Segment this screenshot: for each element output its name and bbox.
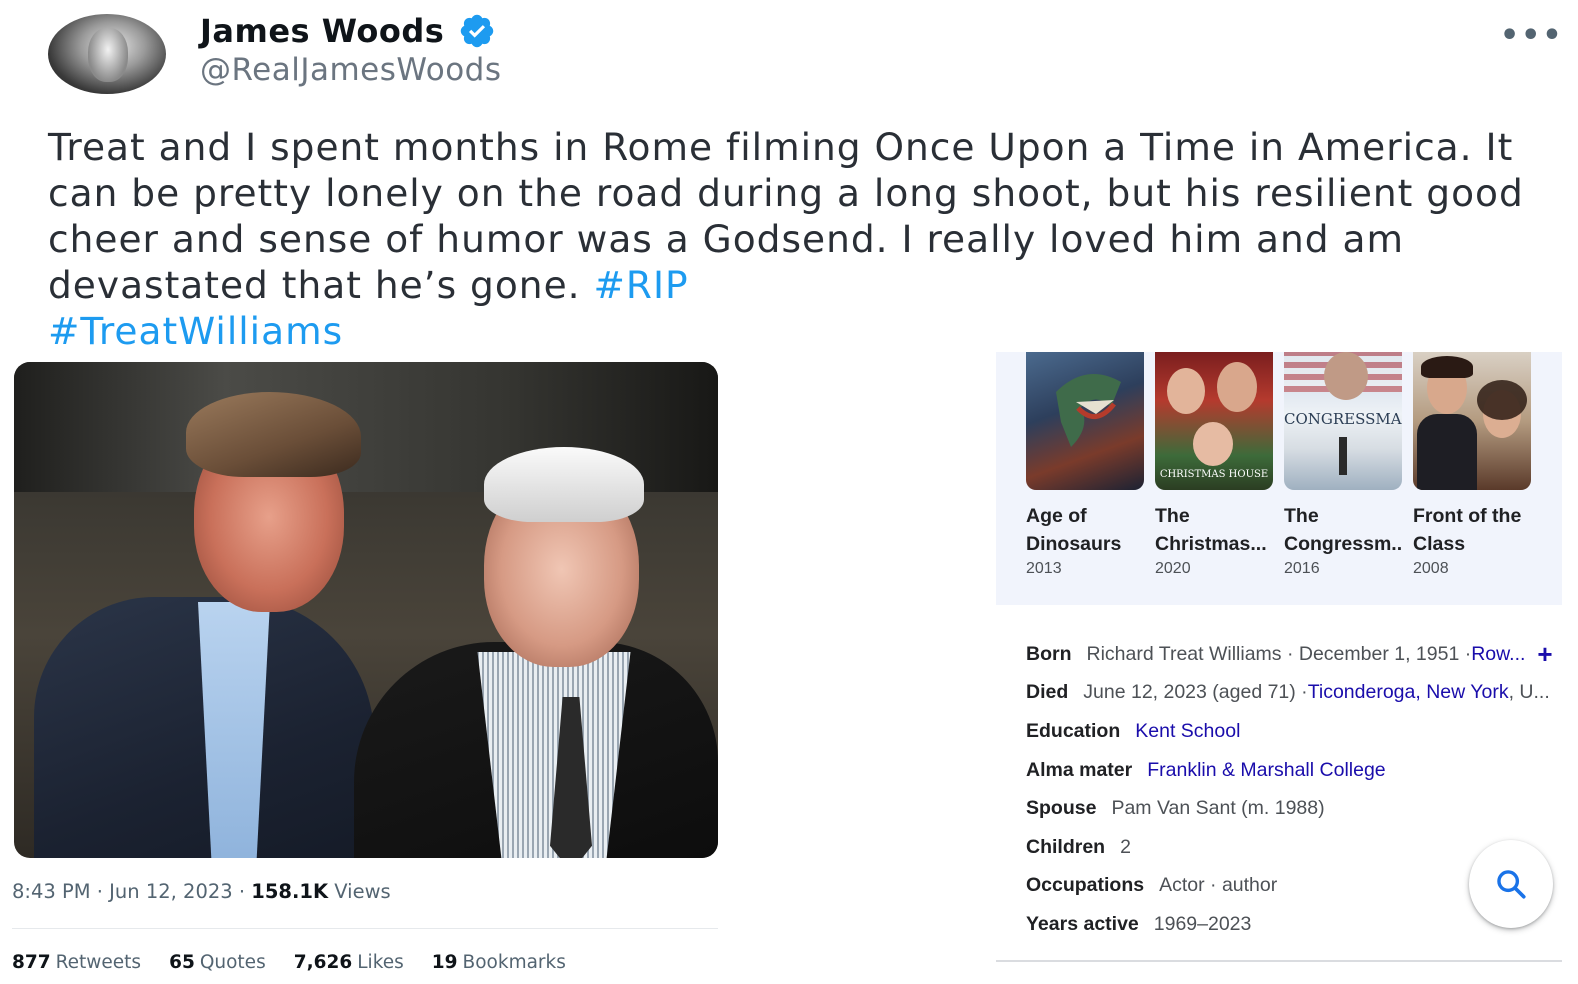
- likes-stat[interactable]: 7,626 Likes: [294, 952, 404, 973]
- film-poster: [1026, 352, 1144, 490]
- film-year: 2008: [1413, 560, 1449, 577]
- alma-mater-link[interactable]: Franklin & Marshall College: [1147, 759, 1385, 782]
- died-place-link[interactable]: Ticonderoga, New York: [1308, 681, 1509, 704]
- fact-education: Education Kent School: [1026, 719, 1241, 743]
- search-icon: [1497, 870, 1526, 899]
- tweet-photo[interactable]: [14, 362, 718, 858]
- hashtag-rip[interactable]: #RIP: [593, 263, 688, 307]
- fact-spouse: Spouse Pam Van Sant (m. 1988): [1026, 797, 1325, 820]
- author-handle[interactable]: @RealJamesWoods: [200, 52, 502, 88]
- film-card[interactable]: CHRISTMAS HOUSE The Christmas... 2020: [1155, 352, 1273, 578]
- fact-born: Born Richard Treat Williams · December 1…: [1026, 639, 1553, 670]
- fact-alma-mater: Alma mater Franklin & Marshall College: [1026, 758, 1386, 782]
- film-title: The: [1284, 505, 1319, 527]
- hashtag-treatwilliams[interactable]: #TreatWilliams: [48, 309, 343, 353]
- film-card[interactable]: CONGRESSMAN The Congressm.. 2016: [1284, 352, 1402, 578]
- fact-died: Died June 12, 2023 (aged 71) · Ticondero…: [1026, 681, 1550, 704]
- film-poster: CONGRESSMAN: [1284, 352, 1402, 490]
- film-year: 2016: [1284, 560, 1320, 577]
- retweets-stat[interactable]: 877 Retweets: [12, 952, 141, 973]
- poster-title: CONGRESSMAN: [1284, 410, 1402, 428]
- fact-children: Children 2: [1026, 835, 1131, 858]
- film-title: Front of the: [1413, 505, 1522, 527]
- plus-icon[interactable]: +: [1537, 641, 1552, 667]
- poster-title: CHRISTMAS HOUSE: [1159, 469, 1269, 480]
- film-year: 2013: [1026, 560, 1062, 577]
- born-place-link[interactable]: Row...: [1471, 643, 1525, 666]
- panel-divider: [996, 960, 1562, 962]
- film-card[interactable]: Front of the Class 2008: [1413, 352, 1531, 578]
- quotes-stat[interactable]: 65 Quotes: [169, 952, 266, 973]
- tweet-timestamp[interactable]: 8:43 PM · Jun 12, 2023 ·: [12, 880, 251, 903]
- author-block: James Woods @RealJamesWoods: [200, 12, 502, 88]
- film-poster: [1413, 352, 1531, 490]
- fact-years-active: Years active 1969–2023: [1026, 912, 1252, 935]
- film-title: Age of: [1026, 505, 1087, 527]
- bookmarks-stat[interactable]: 19 Bookmarks: [432, 952, 566, 973]
- views-label: Views: [328, 880, 391, 903]
- film-title: The: [1155, 505, 1190, 527]
- tweet-meta: 8:43 PM · Jun 12, 2023 · 158.1K Views: [12, 880, 391, 903]
- author-avatar[interactable]: [48, 14, 166, 94]
- more-options-icon[interactable]: •••: [1500, 18, 1564, 53]
- film-year: 2020: [1155, 560, 1191, 577]
- tweet-stats: 877 Retweets 65 Quotes 7,626 Likes 19 Bookma…: [12, 952, 566, 973]
- tweet-body: Treat and I spent months in Rome filming…: [48, 125, 1524, 307]
- author-name[interactable]: James Woods: [200, 12, 444, 50]
- search-button[interactable]: [1469, 840, 1553, 928]
- tweet-text: Treat and I spent months in Rome filming…: [48, 124, 1548, 354]
- views-count: 158.1K: [251, 880, 329, 903]
- film-card[interactable]: Age of Dinosaurs 2013: [1026, 352, 1144, 578]
- film-poster: CHRISTMAS HOUSE: [1155, 352, 1273, 490]
- education-link[interactable]: Kent School: [1135, 720, 1240, 743]
- divider: [12, 928, 718, 929]
- verified-badge-icon: [461, 14, 494, 48]
